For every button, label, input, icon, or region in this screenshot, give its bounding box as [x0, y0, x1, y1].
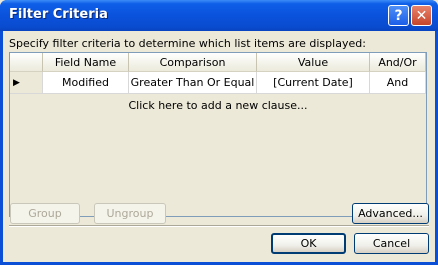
ungroup-button-label: Ungroup	[106, 207, 154, 220]
column-header-value[interactable]: Value	[257, 53, 370, 72]
column-header-comparison[interactable]: Comparison	[129, 53, 257, 72]
cancel-button-label: Cancel	[372, 237, 411, 250]
dialog-body: Specify filter criteria to determine whi…	[3, 31, 435, 262]
ungroup-button[interactable]: Ungroup	[94, 203, 166, 224]
ok-button-label: OK	[300, 237, 317, 250]
value-cell[interactable]: [Current Date]	[257, 72, 370, 94]
ok-button[interactable]: OK	[271, 233, 346, 254]
close-icon: ✕	[415, 7, 428, 24]
current-row-arrow-icon: ▶	[10, 72, 43, 94]
divider	[9, 225, 429, 227]
help-button[interactable]: ?	[388, 5, 409, 26]
table-row[interactable]: ▶ Modified Greater Than Or Equal [Curren…	[10, 72, 426, 94]
and-or-cell[interactable]: And	[370, 72, 426, 94]
column-header-field-name[interactable]: Field Name	[43, 53, 129, 72]
comparison-cell[interactable]: Greater Than Or Equal	[129, 72, 257, 94]
grid-header: Field Name Comparison Value And/Or	[10, 53, 426, 72]
advanced-button[interactable]: Advanced...	[352, 203, 429, 224]
help-icon: ?	[394, 7, 403, 24]
cancel-button[interactable]: Cancel	[354, 233, 429, 254]
row-selector-header	[10, 53, 43, 72]
description-label: Specify filter criteria to determine whi…	[9, 37, 366, 50]
dialog-title: Filter Criteria	[9, 7, 108, 22]
close-button[interactable]: ✕	[411, 5, 432, 26]
column-header-and-or[interactable]: And/Or	[370, 53, 426, 72]
advanced-button-label: Advanced...	[358, 207, 423, 220]
title-bar[interactable]: Filter Criteria ? ✕	[0, 0, 438, 31]
group-button[interactable]: Group	[10, 203, 80, 224]
add-clause-row[interactable]: Click here to add a new clause...	[10, 94, 426, 116]
group-button-label: Group	[28, 207, 62, 220]
criteria-grid[interactable]: Field Name Comparison Value And/Or ▶ Mod…	[9, 52, 427, 217]
field-name-cell[interactable]: Modified	[43, 72, 129, 94]
filter-criteria-dialog: Filter Criteria ? ✕ Specify filter crite…	[0, 0, 438, 265]
grid-empty-area	[10, 116, 426, 216]
